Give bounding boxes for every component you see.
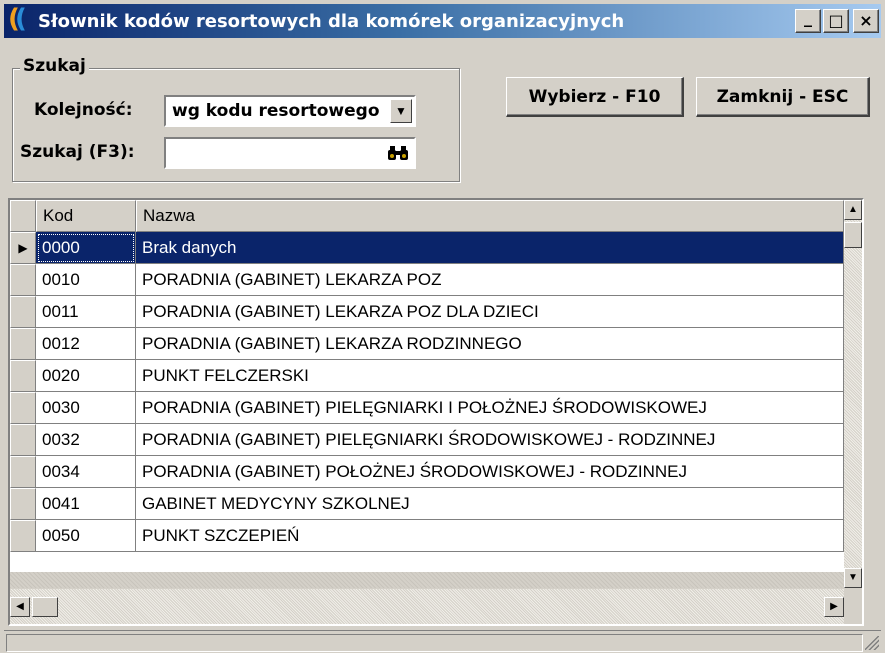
minimize-icon: _ xyxy=(804,8,812,27)
arrow-up-icon: ▲ xyxy=(848,204,858,215)
cell-kod[interactable]: 0041 xyxy=(36,488,136,520)
cell-kod[interactable]: 0011 xyxy=(36,296,136,328)
status-bar xyxy=(4,630,881,652)
window-controls: _ □ × xyxy=(795,9,879,33)
order-label: Kolejność: xyxy=(34,100,133,120)
table-body: Kod Nazwa ▶ 0000 Brak danych 0010 PORADNIA (… xyxy=(10,200,844,572)
table-row[interactable]: 0010 PORADNIA (GABINET) LEKARZA POZ xyxy=(10,264,844,296)
cell-kod[interactable]: 0010 xyxy=(36,264,136,296)
search-group-label: Szukaj xyxy=(20,56,89,76)
row-indicator[interactable] xyxy=(10,520,36,552)
maximize-icon: □ xyxy=(828,11,844,30)
row-indicator[interactable] xyxy=(10,392,36,424)
cell-kod[interactable]: 0032 xyxy=(36,424,136,456)
status-panel xyxy=(6,634,863,652)
close-button[interactable]: × xyxy=(853,9,879,33)
cell-nazwa[interactable]: PORADNIA (GABINET) LEKARZA RODZINNEGO xyxy=(136,328,844,360)
row-indicator[interactable] xyxy=(10,424,36,456)
table-row[interactable]: 0050 PUNKT SZCZEPIEŃ xyxy=(10,520,844,552)
scroll-up-button[interactable]: ▲ xyxy=(844,200,862,220)
search-label: Szukaj (F3): xyxy=(20,142,135,162)
column-header-kod[interactable]: Kod xyxy=(36,200,136,232)
arrow-right-icon: ▶ xyxy=(830,601,838,612)
codes-table[interactable]: Kod Nazwa ▶ 0000 Brak danych 0010 PORADNIA (… xyxy=(8,198,864,626)
cell-kod[interactable]: 0034 xyxy=(36,456,136,488)
row-indicator[interactable] xyxy=(10,296,36,328)
arrow-left-icon: ◀ xyxy=(16,601,24,612)
app-icon: (( xyxy=(8,4,27,34)
table-header: Kod Nazwa xyxy=(10,200,844,232)
scrollbar-corner xyxy=(844,588,862,624)
cell-nazwa[interactable]: PUNKT SZCZEPIEŃ xyxy=(136,520,844,552)
cell-nazwa[interactable]: GABINET MEDYCYNY SZKOLNEJ xyxy=(136,488,844,520)
select-button[interactable]: Wybierz - F10 xyxy=(506,77,684,117)
table-row[interactable]: 0030 PORADNIA (GABINET) PIELĘGNIARKI I PO… xyxy=(10,392,844,424)
close-icon: × xyxy=(859,11,873,30)
title-bar[interactable]: (( Słownik kodów resortowych dla komórek… xyxy=(4,4,881,38)
scroll-down-button[interactable]: ▼ xyxy=(844,568,862,588)
table-row[interactable]: ▶ 0000 Brak danych xyxy=(10,232,844,264)
cell-nazwa[interactable]: Brak danych xyxy=(136,232,844,264)
vertical-scroll-thumb[interactable] xyxy=(844,222,862,248)
binoculars-icon[interactable] xyxy=(386,142,410,164)
cell-nazwa[interactable]: PORADNIA (GABINET) LEKARZA POZ xyxy=(136,264,844,296)
table-row[interactable]: 0012 PORADNIA (GABINET) LEKARZA RODZINNEG… xyxy=(10,328,844,360)
order-select-value: wg kodu resortowego xyxy=(172,101,380,121)
scroll-left-button[interactable]: ◀ xyxy=(10,597,30,617)
row-indicator[interactable] xyxy=(10,360,36,392)
row-indicator[interactable] xyxy=(10,456,36,488)
horizontal-scrollbar[interactable]: ◀ ▶ xyxy=(10,588,844,624)
row-pointer-icon[interactable]: ▶ xyxy=(10,232,36,264)
dropdown-button[interactable]: ▼ xyxy=(390,99,412,123)
chevron-down-icon: ▼ xyxy=(395,104,407,118)
table-row[interactable]: 0011 PORADNIA (GABINET) LEKARZA POZ DLA D… xyxy=(10,296,844,328)
table-row[interactable]: 0020 PUNKT FELCZERSKI xyxy=(10,360,844,392)
table-row[interactable]: 0032 PORADNIA (GABINET) PIELĘGNIARKI ŚROD… xyxy=(10,424,844,456)
search-input[interactable] xyxy=(164,137,416,169)
maximize-button[interactable]: □ xyxy=(823,9,849,33)
cell-kod[interactable]: 0050 xyxy=(36,520,136,552)
resize-grip-icon[interactable] xyxy=(865,636,879,650)
minimize-button[interactable]: _ xyxy=(795,9,821,33)
cell-nazwa[interactable]: PORADNIA (GABINET) POŁOŻNEJ ŚRODOWISKOWE… xyxy=(136,456,844,488)
cell-kod[interactable]: 0020 xyxy=(36,360,136,392)
cell-kod[interactable]: 0030 xyxy=(36,392,136,424)
cell-nazwa[interactable]: PORADNIA (GABINET) PIELĘGNIARKI ŚRODOWIS… xyxy=(136,424,844,456)
cell-nazwa[interactable]: PUNKT FELCZERSKI xyxy=(136,360,844,392)
cell-kod[interactable]: 0000 xyxy=(36,232,136,264)
row-indicator[interactable] xyxy=(10,264,36,296)
column-header-nazwa[interactable]: Nazwa xyxy=(136,200,844,232)
order-select[interactable]: wg kodu resortowego ▼ xyxy=(164,95,416,127)
cell-nazwa[interactable]: PORADNIA (GABINET) PIELĘGNIARKI I POŁOŻN… xyxy=(136,392,844,424)
table-row[interactable]: 0034 PORADNIA (GABINET) POŁOŻNEJ ŚRODOWIS… xyxy=(10,456,844,488)
vertical-scrollbar[interactable]: ▲ ▼ xyxy=(844,200,862,588)
scroll-right-button[interactable]: ▶ xyxy=(824,597,844,617)
arrow-down-icon: ▼ xyxy=(848,572,858,583)
table-empty-area xyxy=(10,572,844,588)
close-esc-button[interactable]: Zamknij - ESC xyxy=(696,77,870,117)
cell-kod[interactable]: 0012 xyxy=(36,328,136,360)
cell-nazwa[interactable]: PORADNIA (GABINET) LEKARZA POZ DLA DZIEC… xyxy=(136,296,844,328)
header-indicator xyxy=(10,200,36,232)
dictionary-window: (( Słownik kodów resortowych dla komórek… xyxy=(0,0,885,653)
horizontal-scroll-thumb[interactable] xyxy=(32,597,58,617)
row-indicator[interactable] xyxy=(10,328,36,360)
table-row[interactable]: 0041 GABINET MEDYCYNY SZKOLNEJ xyxy=(10,488,844,520)
window-title: Słownik kodów resortowych dla komórek or… xyxy=(38,10,625,32)
row-indicator[interactable] xyxy=(10,488,36,520)
